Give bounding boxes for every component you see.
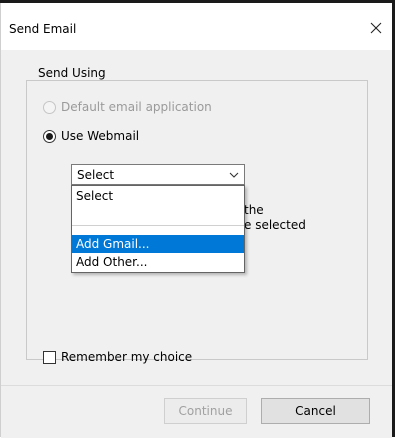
description-text: the e selected (244, 203, 306, 233)
radio-button[interactable] (43, 129, 56, 143)
select-value: Select (77, 168, 115, 182)
dropdown-option-add-other[interactable]: Add Other... (72, 253, 244, 271)
radio-selected-dot (46, 132, 53, 140)
dialog-footer: Continue Cancel (1, 385, 392, 438)
remember-label: Remember my choice (61, 350, 193, 364)
close-icon (370, 22, 382, 34)
description-line-1: the (244, 203, 264, 217)
continue-button[interactable]: Continue (164, 398, 247, 424)
cancel-button[interactable]: Cancel (261, 398, 370, 424)
radio-label-default: Default email application (61, 100, 212, 114)
dropdown-option-add-gmail[interactable]: Add Gmail... (72, 235, 244, 253)
dropdown-option-empty[interactable] (72, 207, 244, 225)
dropdown-arrow[interactable] (224, 165, 244, 184)
dropdown-separator (72, 225, 244, 226)
radio-default-email-app[interactable]: Default email application (43, 100, 212, 114)
chevron-down-icon (229, 172, 239, 178)
send-email-dialog: Send Email Send Using Default email appl… (0, 3, 392, 438)
close-button[interactable] (363, 15, 389, 41)
dropdown-option-select[interactable]: Select (72, 187, 244, 205)
title-bar: Send Email (1, 3, 392, 50)
webmail-select[interactable]: Select (71, 164, 245, 185)
remember-checkbox[interactable] (43, 350, 56, 364)
webmail-dropdown-list: Select Add Gmail... Add Other... (71, 185, 245, 273)
window-title: Send Email (9, 22, 77, 36)
radio-button[interactable] (43, 100, 56, 114)
description-line-2: e selected (244, 218, 306, 232)
radio-use-webmail[interactable]: Use Webmail (43, 129, 139, 143)
group-legend: Send Using (35, 66, 109, 80)
remember-choice-row[interactable]: Remember my choice (43, 350, 192, 364)
dialog-content: Send Using Default email application Use… (1, 50, 392, 385)
radio-label-webmail: Use Webmail (61, 129, 140, 143)
